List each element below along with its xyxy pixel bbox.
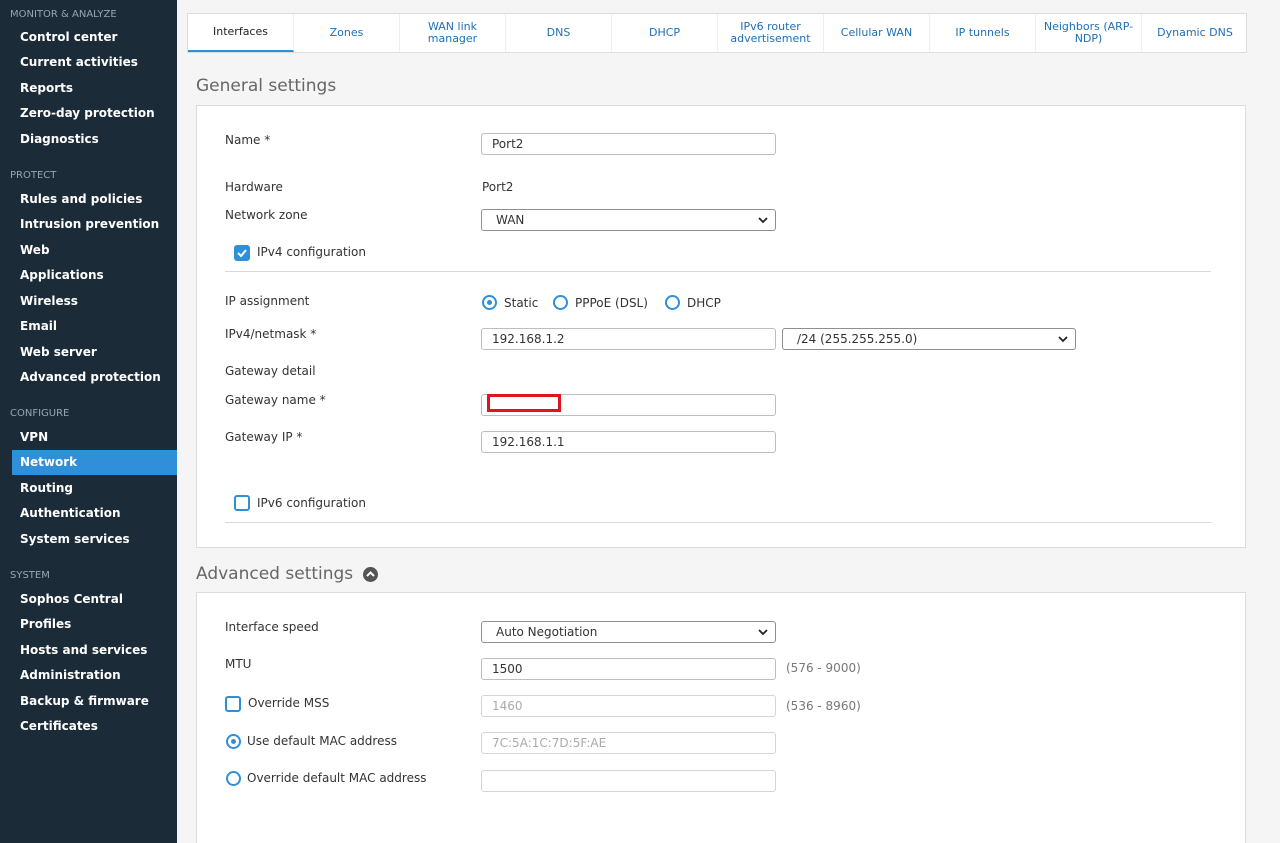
sidebar-item-web[interactable]: Web (12, 238, 177, 263)
ip-assignment-static-label: Static (504, 296, 539, 310)
tab-cellular-wan[interactable]: Cellular WAN (824, 14, 930, 52)
interface-speed-value: Auto Negotiation (496, 625, 598, 639)
sidebar-item-profiles[interactable]: Profiles (12, 612, 177, 637)
sidebar: MONITOR & ANALYZE Control center Current… (0, 0, 177, 843)
sidebar-section-monitor: MONITOR & ANALYZE (10, 9, 117, 20)
ip-assignment-static-radio[interactable] (482, 295, 497, 310)
sidebar-item-intrusion-prevention[interactable]: Intrusion prevention (12, 212, 177, 237)
hardware-label: Hardware (225, 180, 283, 194)
tab-zones[interactable]: Zones (294, 14, 400, 52)
sidebar-item-web-server[interactable]: Web server (12, 340, 177, 365)
general-settings-panel: Name * Port2 Hardware Port2 Network zone… (196, 105, 1246, 548)
sidebar-item-email[interactable]: Email (12, 314, 177, 339)
gateway-ip-input[interactable]: 192.168.1.1 (481, 431, 776, 453)
main-content: Interfaces Zones WAN link manager DNS DH… (177, 0, 1280, 843)
sidebar-item-diagnostics[interactable]: Diagnostics (12, 127, 177, 152)
ipv4-address-input[interactable]: 192.168.1.2 (481, 328, 776, 350)
sidebar-item-zero-day-protection[interactable]: Zero-day protection (12, 101, 177, 126)
interface-speed-select[interactable]: Auto Negotiation (481, 621, 776, 643)
sidebar-item-wireless[interactable]: Wireless (12, 289, 177, 314)
tab-dns[interactable]: DNS (506, 14, 612, 52)
name-input[interactable]: Port2 (481, 133, 776, 155)
sidebar-item-administration[interactable]: Administration (12, 663, 177, 688)
sidebar-item-applications[interactable]: Applications (12, 263, 177, 288)
sidebar-item-system-services[interactable]: System services (12, 527, 177, 552)
ip-assignment-label: IP assignment (225, 294, 310, 308)
divider (225, 522, 1211, 523)
netmask-value: /24 (255.255.255.0) (797, 332, 918, 346)
mtu-label: MTU (225, 657, 252, 671)
mss-input[interactable]: 1460 (481, 695, 776, 717)
sidebar-item-certificates[interactable]: Certificates (12, 714, 177, 739)
mss-range: (536 - 8960) (786, 699, 861, 713)
tab-dhcp[interactable]: DHCP (612, 14, 718, 52)
ip-assignment-dhcp-label: DHCP (687, 296, 721, 310)
chevron-down-icon (1058, 336, 1068, 343)
override-mac-radio[interactable] (226, 771, 241, 786)
advanced-settings-label: Advanced settings (196, 564, 354, 584)
network-zone-select[interactable]: WAN (481, 209, 776, 231)
override-mac-label: Override default MAC address (247, 771, 427, 785)
use-default-mac-label: Use default MAC address (247, 734, 397, 748)
sidebar-item-control-center[interactable]: Control center (12, 25, 177, 50)
ipv4-netmask-label: IPv4/netmask * (225, 327, 317, 341)
chevron-down-icon (758, 629, 768, 636)
ipv6-config-label: IPv6 configuration (257, 496, 366, 510)
general-settings-title: General settings (196, 76, 337, 96)
sidebar-item-network[interactable]: Network (12, 450, 177, 475)
sidebar-item-backup-firmware[interactable]: Backup & firmware (12, 689, 177, 714)
ipv6-config-checkbox[interactable] (234, 495, 250, 511)
default-mac-input: 7C:5A:1C:7D:5F:AE (481, 732, 776, 754)
override-mss-label: Override MSS (248, 696, 330, 710)
sidebar-item-reports[interactable]: Reports (12, 76, 177, 101)
tab-bar: Interfaces Zones WAN link manager DNS DH… (187, 13, 1247, 53)
sidebar-section-protect: PROTECT (10, 170, 57, 181)
tab-wan-link-manager[interactable]: WAN link manager (400, 14, 506, 52)
ipv4-config-checkbox[interactable] (234, 245, 250, 261)
override-mac-input[interactable] (481, 770, 776, 792)
sidebar-item-hosts-and-services[interactable]: Hosts and services (12, 638, 177, 663)
ipv4-config-label: IPv4 configuration (257, 245, 366, 259)
advanced-settings-panel: Interface speed Auto Negotiation MTU 150… (196, 592, 1246, 843)
override-mss-checkbox[interactable] (225, 696, 241, 712)
mtu-input[interactable]: 1500 (481, 658, 776, 680)
mtu-range: (576 - 9000) (786, 661, 861, 675)
sidebar-section-system: SYSTEM (10, 570, 50, 581)
tab-dynamic-dns[interactable]: Dynamic DNS (1142, 14, 1248, 52)
chevron-up-circle-icon[interactable] (362, 566, 378, 582)
gateway-detail-label: Gateway detail (225, 364, 316, 378)
sidebar-item-sophos-central[interactable]: Sophos Central (12, 587, 177, 612)
ip-assignment-pppoe-radio[interactable] (553, 295, 568, 310)
network-zone-label: Network zone (225, 208, 308, 222)
interface-speed-label: Interface speed (225, 620, 319, 634)
gateway-name-label: Gateway name * (225, 393, 326, 407)
sidebar-item-advanced-protection[interactable]: Advanced protection (12, 365, 177, 390)
netmask-select[interactable]: /24 (255.255.255.0) (782, 328, 1076, 350)
ip-assignment-pppoe-label: PPPoE (DSL) (575, 296, 648, 310)
sidebar-item-authentication[interactable]: Authentication (12, 501, 177, 526)
sidebar-item-rules-and-policies[interactable]: Rules and policies (12, 187, 177, 212)
tab-neighbors[interactable]: Neighbors (ARP-NDP) (1036, 14, 1142, 52)
tab-ip-tunnels[interactable]: IP tunnels (930, 14, 1036, 52)
tab-ipv6-router-advertisement[interactable]: IPv6 router advertisement (718, 14, 824, 52)
ip-assignment-dhcp-radio[interactable] (665, 295, 680, 310)
network-zone-value: WAN (496, 213, 525, 227)
sidebar-section-configure: CONFIGURE (10, 408, 70, 419)
sidebar-item-current-activities[interactable]: Current activities (12, 50, 177, 75)
tab-interfaces[interactable]: Interfaces (188, 14, 294, 52)
hardware-value: Port2 (482, 180, 514, 194)
gateway-ip-label: Gateway IP * (225, 430, 303, 444)
sidebar-item-routing[interactable]: Routing (12, 476, 177, 501)
chevron-down-icon (758, 217, 768, 224)
checkmark-icon (237, 249, 247, 258)
use-default-mac-radio[interactable] (226, 734, 241, 749)
sidebar-item-vpn[interactable]: VPN (12, 425, 177, 450)
highlight-box (487, 394, 561, 412)
name-label: Name * (225, 133, 271, 147)
advanced-settings-title[interactable]: Advanced settings (196, 564, 378, 584)
divider (225, 271, 1211, 272)
